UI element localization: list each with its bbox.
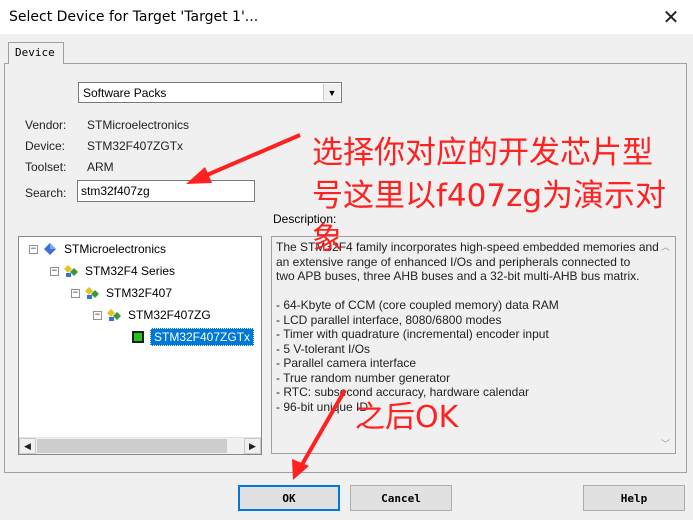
scroll-left-icon[interactable]: ◀ <box>19 438 36 454</box>
tree-item[interactable]: − STM32F407ZG <box>93 306 211 324</box>
window-title: Select Device for Target 'Target 1'... <box>9 9 259 25</box>
tree-item-label: STM32F407ZG <box>128 308 211 322</box>
device-value: STM32F407ZGTx <box>87 139 184 153</box>
scroll-down-icon[interactable]: ﹀ <box>657 435 674 452</box>
tree-item-label: STM32F407ZGTx <box>150 328 255 346</box>
vendor-label: Vendor: <box>25 118 67 132</box>
device-tree[interactable]: − STMicroelectronics − STM32F4 Series − … <box>18 236 262 455</box>
description-line: - 5 V-tolerant I/Os <box>276 341 371 356</box>
packs-select[interactable]: Software Packs ▼ <box>78 82 342 103</box>
device-label: Device: <box>25 139 66 153</box>
search-input[interactable]: stm32f407zg <box>77 180 255 202</box>
description-line: - Timer with quadrature (incremental) en… <box>276 327 549 341</box>
device-family-icon <box>107 309 121 321</box>
device-family-icon <box>64 265 78 277</box>
annotation-line: 选择你对应的开发芯片型 <box>312 135 653 171</box>
cancel-button[interactable]: Cancel <box>350 485 452 511</box>
vendor-diamond-icon <box>44 243 56 255</box>
tree-item-label: STM32F4 Series <box>85 264 176 278</box>
search-label: Search: <box>25 186 67 200</box>
tree-item[interactable]: − STM32F407 <box>71 284 172 302</box>
description-line: - True random number generator <box>276 370 451 385</box>
description-line: - Parallel camera interface <box>276 356 417 370</box>
tree-item-label: STM32F407 <box>106 286 173 300</box>
description-line: - RTC: subsecond accuracy, hardware cale… <box>276 385 530 399</box>
chip-icon <box>132 331 144 343</box>
vendor-value: STMicroelectronics <box>87 118 190 132</box>
vertical-scrollbar[interactable]: ︿ ﹀ <box>657 238 674 452</box>
description-line <box>276 284 671 299</box>
collapse-icon[interactable]: − <box>29 244 38 254</box>
scroll-right-icon[interactable]: ▶ <box>244 438 261 454</box>
annotation-ok-note: 之后OK <box>355 400 459 435</box>
tree-item-selected[interactable]: STM32F407ZGTx <box>131 328 255 346</box>
help-button[interactable]: Help <box>583 485 685 511</box>
horizontal-scrollbar[interactable]: ◀ ▶ <box>19 437 261 454</box>
description-line: - LCD parallel interface, 8080/6800 mode… <box>276 312 502 327</box>
tree-item[interactable]: − STM32F4 Series <box>50 262 175 280</box>
collapse-icon[interactable]: − <box>93 310 102 320</box>
title-bar: Select Device for Target 'Target 1'... ✕ <box>0 0 693 34</box>
description-line: - 64-Kbyte of CCM (core coupled memory) … <box>276 298 559 312</box>
tree-item-label: STMicroelectronics <box>64 242 167 256</box>
collapse-icon[interactable]: − <box>71 288 80 298</box>
ok-button[interactable]: OK <box>238 485 340 511</box>
annotation-line: 号这里以f407zg为演示对 <box>312 178 667 214</box>
tree-item[interactable]: − STMicroelectronics <box>29 240 166 258</box>
tab-device[interactable]: Device <box>8 42 64 64</box>
annotation-instruction: 选择你对应的开发芯片型 号这里以f407zg为演示对 象 <box>312 132 666 261</box>
collapse-icon[interactable]: − <box>50 266 59 276</box>
chevron-down-icon[interactable]: ▼ <box>323 84 340 101</box>
close-icon[interactable]: ✕ <box>649 0 693 34</box>
annotation-line: 象 <box>312 221 343 257</box>
scrollbar-thumb[interactable] <box>37 439 227 453</box>
description-box: The STM32F4 family incorporates high-spe… <box>271 236 676 454</box>
toolset-label: Toolset: <box>25 160 67 174</box>
packs-select-value: Software Packs <box>83 86 167 100</box>
device-family-icon <box>85 287 99 299</box>
toolset-value: ARM <box>87 160 114 174</box>
description-line: two APB buses, three AHB buses and a 32-… <box>276 269 640 283</box>
description-line: - 96-bit unique ID <box>276 399 369 414</box>
